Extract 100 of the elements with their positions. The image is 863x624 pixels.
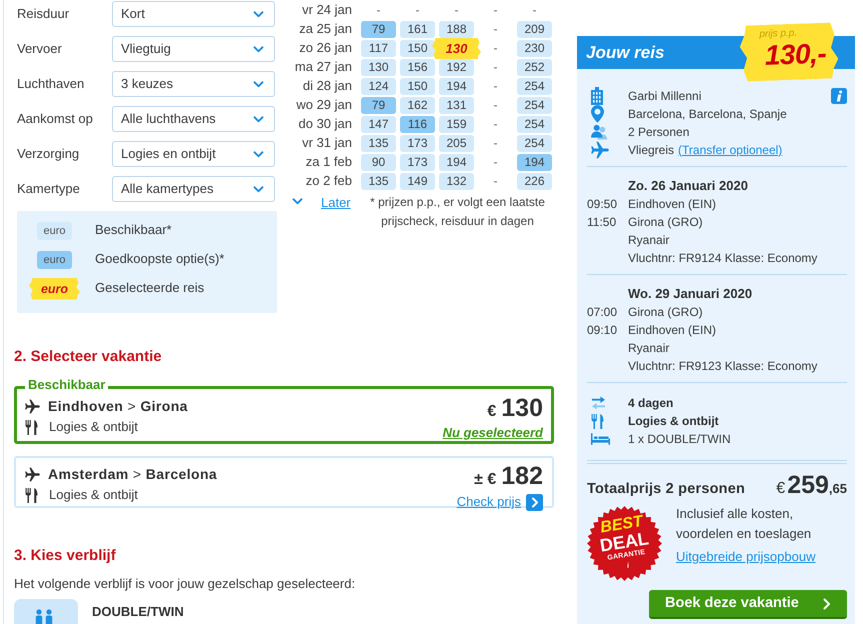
price-cell[interactable]: 116 bbox=[400, 116, 435, 133]
price-cell[interactable]: 161 bbox=[400, 21, 435, 38]
unavailable-dash: - bbox=[492, 116, 498, 133]
dropdown[interactable]: 3 keuzes bbox=[112, 71, 275, 97]
date-label: za 1 feb bbox=[304, 153, 352, 172]
price-cell[interactable]: 90 bbox=[361, 154, 396, 171]
chevron-down-icon bbox=[253, 116, 264, 122]
airport-name: Girona (GRO) bbox=[628, 214, 703, 230]
price-cell[interactable]: 254 bbox=[517, 135, 552, 152]
price-cell[interactable]: 156 bbox=[400, 59, 435, 76]
price-cell[interactable]: 254 bbox=[517, 116, 552, 133]
price-cell[interactable]: 205 bbox=[439, 135, 474, 152]
price-tag: euro bbox=[29, 278, 80, 300]
date-label: zo 2 feb bbox=[304, 172, 352, 190]
airline-name: Ryanair bbox=[628, 232, 670, 248]
unavailable-dash: - bbox=[532, 2, 538, 19]
building-icon bbox=[591, 87, 603, 105]
price-cell[interactable]: 173 bbox=[400, 154, 435, 171]
availability-label: Beschikbaar bbox=[25, 377, 108, 392]
price-cell[interactable]: 192 bbox=[439, 59, 474, 76]
detail-text: 2 Personen bbox=[628, 124, 690, 140]
price-cell[interactable]: 131 bbox=[439, 97, 474, 114]
airport-name: Girona (GRO) bbox=[628, 304, 703, 320]
chevron-down-icon bbox=[292, 198, 303, 205]
unavailable-dash: - bbox=[492, 97, 498, 114]
price-cell[interactable]: 149 bbox=[400, 173, 435, 190]
unavailable-dash: - bbox=[492, 2, 498, 19]
field-label: Luchthaven bbox=[17, 74, 86, 93]
holiday-option-card[interactable]: Amsterdam > Barcelona Logies & ontbijt ± € 182 Check prijs bbox=[14, 456, 554, 508]
legend-label: Beschikbaar* bbox=[95, 221, 172, 240]
price-cell[interactable]: 132 bbox=[439, 173, 474, 190]
unavailable-dash: - bbox=[492, 173, 498, 190]
price-cell[interactable]: 226 bbox=[517, 173, 552, 190]
board-text: Logies & ontbijt bbox=[49, 486, 138, 504]
book-button[interactable]: Boek deze vakantie bbox=[649, 590, 847, 619]
fork-knife-icon bbox=[25, 420, 38, 435]
date-label: di 28 jan bbox=[302, 77, 352, 96]
price-cell[interactable]: 194 bbox=[517, 154, 552, 171]
intro-text: Het volgende verblijf is voor jouw gezelschap geselecteerd: bbox=[14, 575, 356, 593]
total-amount: 259 bbox=[787, 470, 829, 501]
price-sample: euro bbox=[37, 250, 72, 268]
dropdown[interactable]: Alle kamertypes bbox=[112, 176, 275, 202]
date-label: vr 31 jan bbox=[301, 134, 352, 152]
date-label: wo 29 jan bbox=[295, 96, 352, 114]
route-text: Amsterdam > Barcelona bbox=[48, 464, 218, 484]
price-cell[interactable]: 79 bbox=[361, 21, 396, 38]
price-cell[interactable]: 162 bbox=[400, 97, 435, 114]
persons-icon bbox=[591, 124, 608, 140]
unavailable-dash: - bbox=[492, 59, 498, 76]
section-heading: 3. Kies verblijf bbox=[14, 546, 117, 566]
chevron-down-icon bbox=[253, 80, 264, 88]
price-cell[interactable]: 159 bbox=[439, 116, 474, 133]
flight-date: Wo. 29 Januari 2020 bbox=[627, 285, 754, 303]
chevron-down-icon bbox=[253, 46, 264, 52]
swap-arrows-icon bbox=[591, 396, 606, 410]
package-text: Logies & ontbijt bbox=[628, 412, 719, 430]
flight-number: Vluchtnr: FR9124 Klasse: Economy bbox=[628, 250, 818, 266]
chevron-right-icon bbox=[823, 598, 831, 610]
detail-text: Vliegreis bbox=[628, 142, 674, 158]
price-cell[interactable]: 173 bbox=[400, 135, 435, 152]
price-cell[interactable]: 130 bbox=[361, 59, 396, 76]
field-label: Aankomst op bbox=[17, 110, 94, 128]
price-cell[interactable]: 230 bbox=[517, 40, 552, 57]
airport-name: Eindhoven (EIN) bbox=[628, 196, 716, 212]
dropdown[interactable]: Alle luchthavens bbox=[112, 106, 275, 132]
flight-time: 07:00 bbox=[587, 304, 618, 320]
legend-label: Goedkoopste optie(s)* bbox=[95, 250, 224, 268]
board-text: Logies & ontbijt bbox=[49, 418, 138, 436]
price-cell[interactable]: 117 bbox=[361, 40, 396, 57]
plane-icon bbox=[591, 141, 609, 159]
selected-link[interactable]: Nu geselecteerd bbox=[442, 424, 543, 442]
price-cell[interactable]: 79 bbox=[361, 97, 396, 114]
price-cell[interactable]: 124 bbox=[361, 78, 396, 95]
price-cell[interactable]: 254 bbox=[517, 78, 552, 95]
price-cell[interactable]: 135 bbox=[361, 173, 396, 190]
flight-date: Zo. 26 Januari 2020 bbox=[627, 177, 749, 195]
map-pin-icon bbox=[591, 105, 604, 123]
price-cell[interactable]: 150 bbox=[400, 78, 435, 95]
dropdown[interactable]: Kort bbox=[112, 1, 275, 27]
currency-symbol: ± € bbox=[474, 470, 496, 490]
price-cell[interactable]: 252 bbox=[517, 59, 552, 76]
field-label: Verzorging bbox=[17, 144, 80, 163]
price-cell[interactable]: 150 bbox=[400, 40, 435, 57]
info-icon[interactable] bbox=[831, 88, 847, 104]
unavailable-dash: - bbox=[492, 135, 498, 152]
dropdown[interactable]: Logies en ontbijt bbox=[112, 141, 275, 167]
price-cell[interactable]: 254 bbox=[517, 97, 552, 114]
section-heading: 2. Selecteer vakantie bbox=[14, 347, 163, 367]
price-cell[interactable]: 135 bbox=[361, 135, 396, 152]
price-cell[interactable]: 188 bbox=[439, 21, 474, 38]
unavailable-dash: - bbox=[492, 21, 498, 38]
price-cell[interactable]: 209 bbox=[517, 21, 552, 38]
price-cell[interactable]: 194 bbox=[439, 154, 474, 171]
price-cell[interactable]: 147 bbox=[361, 116, 396, 133]
chevron-down-icon bbox=[253, 186, 264, 192]
price-tag[interactable]: 130 bbox=[432, 38, 481, 59]
dropdown[interactable]: Vliegtuig bbox=[112, 36, 275, 62]
legend-label: Geselecteerde reis bbox=[95, 279, 204, 298]
price-cell[interactable]: 194 bbox=[439, 78, 474, 95]
fork-knife-icon bbox=[591, 414, 604, 428]
